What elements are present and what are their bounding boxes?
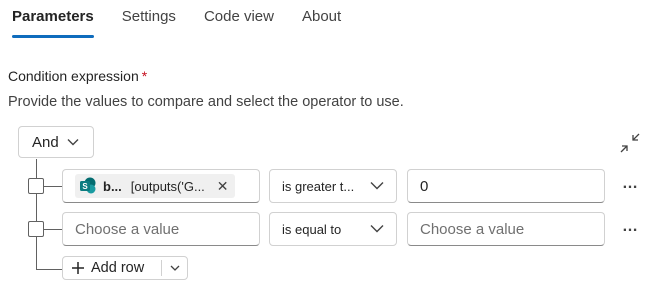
row-more-button[interactable]: … — [622, 175, 639, 193]
sharepoint-icon: S — [80, 177, 96, 194]
add-row-button[interactable]: Add row — [63, 257, 144, 279]
right-value: 0 — [420, 177, 429, 195]
operator-label: is equal to — [282, 221, 342, 237]
row-checkbox[interactable] — [28, 221, 44, 237]
token-expression: [outputs('G... — [130, 178, 205, 194]
add-row-label: Add row — [91, 260, 145, 276]
condition-expression-label: Condition expression * — [8, 68, 147, 84]
dynamic-content-token[interactable]: S b... [outputs('G... ✕ — [75, 174, 235, 198]
tree-branch-line — [36, 269, 62, 270]
condition-label-text: Condition expression — [8, 68, 139, 84]
right-value-field[interactable]: 0 — [407, 169, 605, 203]
operator-dropdown[interactable]: is greater t... — [269, 169, 397, 203]
left-placeholder: Choose a value — [75, 220, 180, 238]
operator-label: is greater t... — [282, 178, 355, 194]
right-value-field[interactable]: Choose a value — [407, 212, 605, 246]
row-checkbox[interactable] — [28, 178, 44, 194]
add-row-split-button: Add row — [62, 256, 188, 280]
left-value-field[interactable]: S b... [outputs('G... ✕ — [62, 169, 260, 203]
required-marker: * — [141, 68, 148, 84]
tab-code-view[interactable]: Code view — [204, 0, 274, 40]
tab-about[interactable]: About — [302, 0, 341, 40]
condition-description: Provide the values to compare and select… — [8, 94, 404, 110]
chevron-down-icon — [67, 139, 79, 146]
row-more-button[interactable]: … — [622, 218, 639, 236]
operator-dropdown[interactable]: is equal to — [269, 212, 397, 246]
add-row-menu-button[interactable] — [162, 257, 188, 279]
remove-token-icon[interactable]: ✕ — [217, 178, 229, 195]
collapse-icon[interactable] — [619, 132, 641, 154]
chevron-down-icon — [370, 225, 384, 233]
tree-vertical-line — [36, 159, 37, 269]
chevron-down-icon — [370, 182, 384, 190]
group-operator-label: And — [32, 133, 59, 151]
svg-text:S: S — [82, 182, 88, 191]
tab-settings[interactable]: Settings — [122, 0, 176, 40]
tab-parameters[interactable]: Parameters — [12, 0, 94, 40]
tab-bar: Parameters Settings Code view About — [12, 0, 369, 40]
right-placeholder: Choose a value — [420, 220, 525, 238]
token-name: b... — [103, 178, 122, 194]
left-value-field[interactable]: Choose a value — [62, 212, 260, 246]
chevron-down-icon — [170, 265, 180, 271]
group-operator-dropdown[interactable]: And — [18, 126, 94, 158]
plus-icon — [72, 262, 84, 274]
